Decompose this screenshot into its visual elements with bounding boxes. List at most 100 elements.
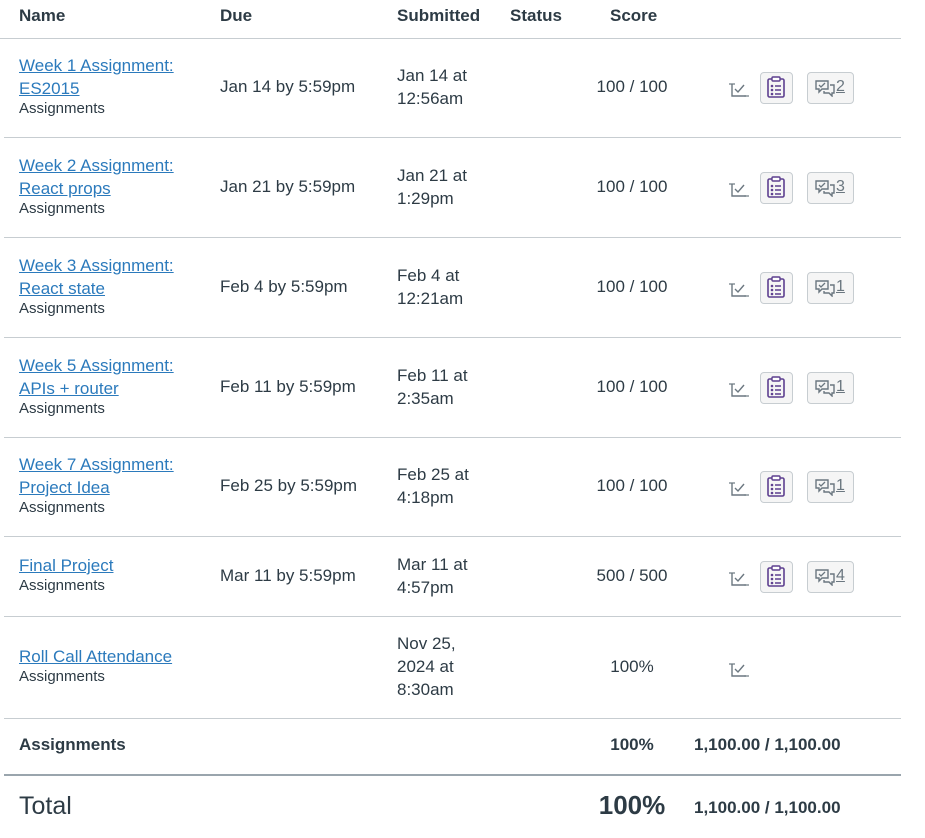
assignment-link-line: Week 5 Assignment:	[19, 355, 174, 375]
assignment-link-line: Roll Call Attendance	[19, 647, 173, 666]
submitted-date: Jan 14 at 12:56am	[397, 64, 507, 110]
assignment-group-label: Assignments	[19, 499, 105, 516]
what-if-score-icon[interactable]	[728, 660, 750, 678]
rubric-button[interactable]	[760, 371, 793, 404]
column-header-score: Score	[610, 6, 658, 25]
score-value: 100 / 100	[596, 276, 668, 296]
submitted-date-line: 8:30am	[397, 680, 454, 699]
table-row: Week 1 Assignment: ES2015 Assignments Jan 1…	[4, 39, 901, 138]
what-if-score-icon[interactable]	[728, 280, 750, 298]
submitted-date-line: 1:29pm	[397, 188, 454, 208]
comments-count: 2	[836, 78, 845, 95]
score-value: 100 / 100	[596, 176, 668, 196]
submitted-date: Mar 11 at 4:57pm	[397, 553, 507, 599]
assignment-group-label: Assignments	[19, 668, 105, 685]
total-percent: 100%	[598, 790, 666, 820]
table-row: Final Project Assignments Mar 11 by 5:59pm…	[4, 537, 901, 617]
submitted-date: Nov 25, 2024 at 8:30am	[397, 632, 507, 701]
assignment-link-line: APIs + router	[19, 378, 119, 398]
assignment-link[interactable]: Week 3 Assignment: React state	[19, 254, 189, 300]
comments-button[interactable]: 1	[807, 471, 854, 503]
group-summary-points: 1,100.00 / 1,100.00	[694, 735, 841, 754]
grades-table-header: Name Due Submitted Status Score	[0, 0, 901, 39]
due-date: Mar 11 by 5:59pm	[220, 565, 356, 585]
assignment-link-line: Project Idea	[19, 478, 110, 497]
assignment-link-line: Week 2 Assignment:	[19, 155, 174, 175]
assignment-group-label: Assignments	[19, 299, 105, 317]
due-date: Feb 25 by 5:59pm	[220, 476, 358, 495]
comments-count: 4	[836, 566, 845, 584]
assignment-group-label: Assignments	[19, 577, 105, 594]
table-row: Week 2 Assignment: React props Assignments…	[4, 138, 901, 238]
score-value: 100 / 100	[596, 77, 668, 96]
what-if-score-icon[interactable]	[728, 569, 750, 587]
comments-count: 3	[836, 177, 845, 195]
column-header-submitted: Submitted	[397, 6, 481, 25]
score-value: 100 / 100	[596, 476, 668, 495]
assignment-link-line: Week 7 Assignment:	[19, 455, 174, 474]
due-date: Jan 21 by 5:59pm	[220, 176, 356, 196]
total-label: Total	[19, 792, 72, 820]
assignment-link-line: React state	[19, 278, 105, 298]
score-value: 500 / 500	[596, 565, 668, 585]
assignment-link-line: React props	[19, 178, 111, 198]
rubric-button[interactable]	[760, 471, 793, 503]
column-header-status: Status	[510, 6, 562, 25]
group-summary-percent: 100%	[610, 735, 654, 754]
comments-button[interactable]: 1	[807, 371, 854, 404]
total-points: 1,100.00 / 1,100.00	[694, 798, 841, 817]
comments-button[interactable]: 4	[807, 560, 854, 593]
submitted-date-line: 12:21am	[397, 288, 464, 308]
comments-button[interactable]: 2	[807, 72, 854, 104]
submitted-date-line: 2024 at	[397, 657, 454, 676]
assignment-link[interactable]: Roll Call Attendance	[19, 645, 189, 668]
comments-button[interactable]: 3	[807, 171, 854, 204]
assignment-group-label: Assignments	[19, 199, 105, 217]
submitted-date: Feb 11 at 2:35am	[397, 364, 507, 410]
assignment-link-line: Week 1 Assignment:	[19, 56, 174, 75]
assignment-link[interactable]: Week 2 Assignment: React props	[19, 154, 189, 200]
submitted-date-line: Nov 25,	[397, 634, 456, 653]
what-if-score-icon[interactable]	[728, 380, 750, 398]
assignment-link[interactable]: Week 5 Assignment: APIs + router	[19, 354, 189, 400]
submitted-date: Feb 25 at 4:18pm	[397, 463, 507, 509]
assignment-link[interactable]: Week 7 Assignment: Project Idea	[19, 453, 189, 499]
submitted-date: Jan 21 at 1:29pm	[397, 164, 507, 210]
assignment-link[interactable]: Final Project	[19, 554, 189, 577]
submitted-date-line: Jan 14 at	[397, 66, 467, 85]
rubric-button[interactable]	[760, 560, 793, 593]
due-date: Jan 14 by 5:59pm	[220, 77, 356, 96]
rubric-button[interactable]	[760, 271, 793, 304]
comments-count: 1	[836, 377, 845, 395]
score-value: 100 / 100	[596, 376, 668, 396]
what-if-score-icon[interactable]	[728, 180, 750, 198]
assignment-link-line: Final Project	[19, 556, 114, 575]
submitted-date-line: 4:18pm	[397, 488, 454, 507]
assignment-link-line: ES2015	[19, 79, 80, 98]
what-if-score-icon[interactable]	[728, 80, 750, 98]
comments-count: 1	[836, 477, 845, 494]
due-date: Feb 11 by 5:59pm	[220, 376, 356, 396]
column-header-name[interactable]: Name	[19, 6, 65, 26]
group-summary-label: Assignments	[19, 735, 126, 754]
table-row: Week 3 Assignment: React state Assignments…	[4, 238, 901, 338]
submitted-date-line: Jan 21 at	[397, 165, 467, 185]
rubric-button[interactable]	[760, 171, 793, 204]
submitted-date-line: Mar 11 at	[397, 554, 468, 574]
submitted-date-line: Feb 25 at	[397, 465, 469, 484]
comments-button[interactable]: 1	[807, 271, 854, 304]
rubric-button[interactable]	[760, 72, 793, 104]
assignment-link-line: Week 3 Assignment:	[19, 255, 174, 275]
what-if-score-icon[interactable]	[728, 479, 750, 497]
submitted-date-line: 2:35am	[397, 388, 454, 408]
group-summary-row: Assignments 100% 1,100.00 / 1,100.00	[4, 719, 901, 776]
due-date: Feb 4 by 5:59pm	[220, 276, 348, 296]
table-row: Roll Call Attendance Assignments Nov 25, 20…	[4, 617, 901, 719]
table-row: Week 7 Assignment: Project Idea Assignment…	[4, 438, 901, 537]
submitted-date-line: Feb 4 at	[397, 265, 460, 285]
submitted-date-line: 4:57pm	[397, 577, 454, 597]
submitted-date: Feb 4 at 12:21am	[397, 264, 507, 310]
comments-count: 1	[836, 277, 845, 295]
column-header-due[interactable]: Due	[220, 6, 252, 26]
assignment-link[interactable]: Week 1 Assignment: ES2015	[19, 54, 189, 100]
